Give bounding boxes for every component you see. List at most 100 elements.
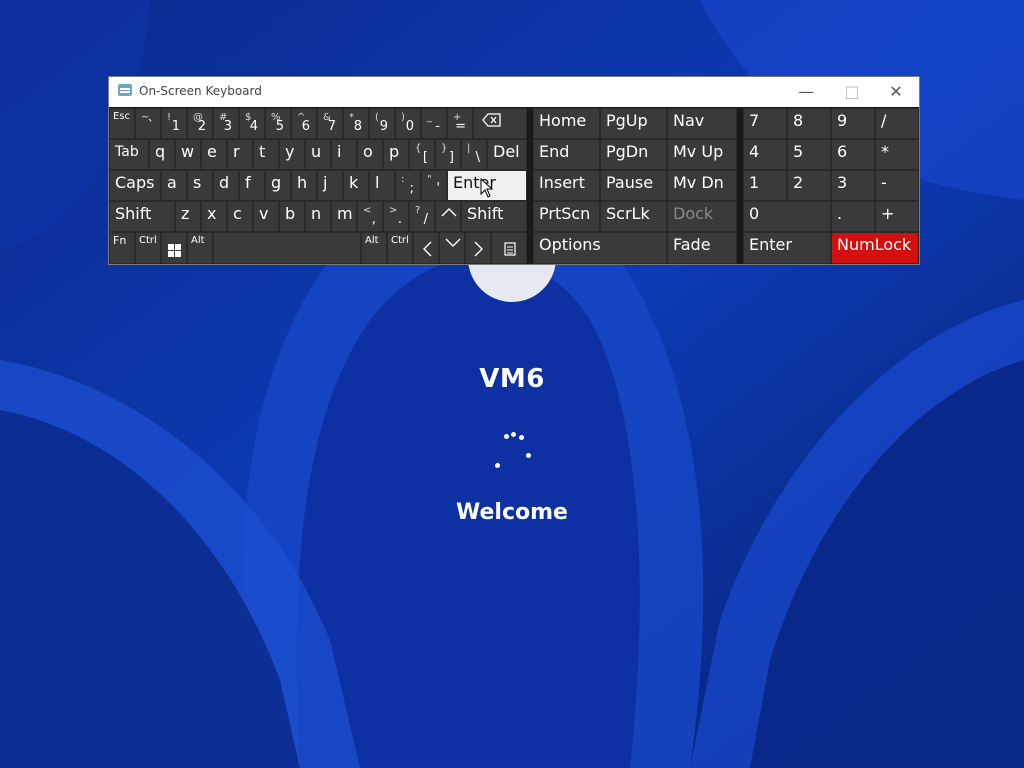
key-backslash[interactable]: | \ [461,139,487,170]
key-arrow-up[interactable] [435,201,461,232]
key-1[interactable]: ! 1 [161,108,187,139]
key-space[interactable] [213,232,361,264]
key-numpad-3[interactable]: 3 [831,170,875,201]
key-numpad-7[interactable]: 7 [743,108,787,139]
key-2[interactable]: @2 [187,108,213,139]
key-semicolon[interactable]: :; [395,170,421,201]
key-insert[interactable]: Insert [533,170,600,201]
key-ctrl-right[interactable]: Ctrl [387,232,413,264]
key-numpad-1[interactable]: 1 [743,170,787,201]
key-numpad-4[interactable]: 4 [743,139,787,170]
key-pgup[interactable]: PgUp [600,108,667,139]
key-y[interactable]: y [279,139,305,170]
key-mv-up[interactable]: Mv Up [667,139,737,170]
close-button[interactable]: ✕ [873,77,919,107]
key-3[interactable]: #3 [213,108,239,139]
key-esc[interactable]: Esc [109,108,135,139]
key-x[interactable]: x [201,201,227,232]
key-arrow-left[interactable] [413,232,439,264]
key-numpad-multiply[interactable]: * [875,139,919,170]
key-a[interactable]: a [161,170,187,201]
key-e[interactable]: e [201,139,227,170]
key-dock[interactable]: Dock [667,201,737,232]
key-l[interactable]: l [369,170,395,201]
key-6[interactable]: ^ 6 [291,108,317,139]
key-numpad-6[interactable]: 6 [831,139,875,170]
key-i[interactable]: i [331,139,357,170]
key-r[interactable]: r [227,139,253,170]
key-numpad-subtract[interactable]: - [875,170,919,201]
key-fade[interactable]: Fade [667,232,737,264]
key-4[interactable]: $4 [239,108,265,139]
key-nav[interactable]: Nav [667,108,737,139]
key-0[interactable]: ) 0 [395,108,421,139]
key-j[interactable]: j [317,170,343,201]
key-fn[interactable]: Fn [109,232,135,264]
minimize-button[interactable]: — [783,77,829,107]
key-h[interactable]: h [291,170,317,201]
key-numpad-2[interactable]: 2 [787,170,831,201]
key-pgdn[interactable]: PgDn [600,139,667,170]
key-pause[interactable]: Pause [600,170,667,201]
key-n[interactable]: n [305,201,331,232]
key-numpad-decimal[interactable]: . [831,201,875,232]
key-w[interactable]: w [175,139,201,170]
key-right-bracket[interactable]: }] [435,139,461,170]
key-s[interactable]: s [187,170,213,201]
key-7[interactable]: & 7 [317,108,343,139]
key-k[interactable]: k [343,170,369,201]
key-alt-left[interactable]: Alt [187,232,213,264]
key-end[interactable]: End [533,139,600,170]
key-v[interactable]: v [253,201,279,232]
key-slash[interactable]: ? / [409,201,435,232]
key-shift-right[interactable]: Shift [461,201,527,232]
key-tab[interactable]: Tab [109,139,149,170]
key-d[interactable]: d [213,170,239,201]
key-g[interactable]: g [265,170,291,201]
key-numpad-9[interactable]: 9 [831,108,875,139]
key-options[interactable]: Options [533,232,667,264]
key-menu[interactable] [491,232,527,264]
key-numpad-divide[interactable]: / [875,108,919,139]
key-backspace[interactable] [473,108,527,139]
key-b[interactable]: b [279,201,305,232]
title-bar[interactable]: On-Screen Keyboard — □ ✕ [109,77,919,107]
key-left-bracket[interactable]: {[ [409,139,435,170]
key-f[interactable]: f [239,170,265,201]
key-z[interactable]: z [175,201,201,232]
key-period[interactable]: >. [383,201,409,232]
key-arrow-right[interactable] [465,232,491,264]
key-minus[interactable]: _ - [421,108,447,139]
maximize-button[interactable]: □ [829,77,875,107]
key-numpad-add[interactable]: + [875,201,919,232]
key-numpad-8[interactable]: 8 [787,108,831,139]
key-5[interactable]: % 5 [265,108,291,139]
key-mv-dn[interactable]: Mv Dn [667,170,737,201]
key-u[interactable]: u [305,139,331,170]
key-home[interactable]: Home [533,108,600,139]
key-backtick[interactable]: ~ ` [135,108,161,139]
key-scrlk[interactable]: ScrLk [600,201,667,232]
key-9[interactable]: (9 [369,108,395,139]
key-equals[interactable]: + = [447,108,473,139]
key-comma[interactable]: <, [357,201,383,232]
key-q[interactable]: q [149,139,175,170]
key-o[interactable]: o [357,139,383,170]
key-8[interactable]: * 8 [343,108,369,139]
key-numpad-5[interactable]: 5 [787,139,831,170]
key-windows[interactable] [161,232,187,264]
key-p[interactable]: p [383,139,409,170]
key-arrow-down[interactable] [439,232,465,264]
key-prtscn[interactable]: PrtScn [533,201,600,232]
key-alt-right[interactable]: Alt [361,232,387,264]
key-numpad-0[interactable]: 0 [743,201,831,232]
key-c[interactable]: c [227,201,253,232]
key-numpad-enter[interactable]: Enter [743,232,831,264]
key-del[interactable]: Del [487,139,527,170]
key-caps[interactable]: Caps [109,170,161,201]
key-m[interactable]: m [331,201,357,232]
key-shift-left[interactable]: Shift [109,201,175,232]
key-numlock[interactable]: NumLock [831,232,919,264]
key-ctrl-left[interactable]: Ctrl [135,232,161,264]
key-t[interactable]: t [253,139,279,170]
